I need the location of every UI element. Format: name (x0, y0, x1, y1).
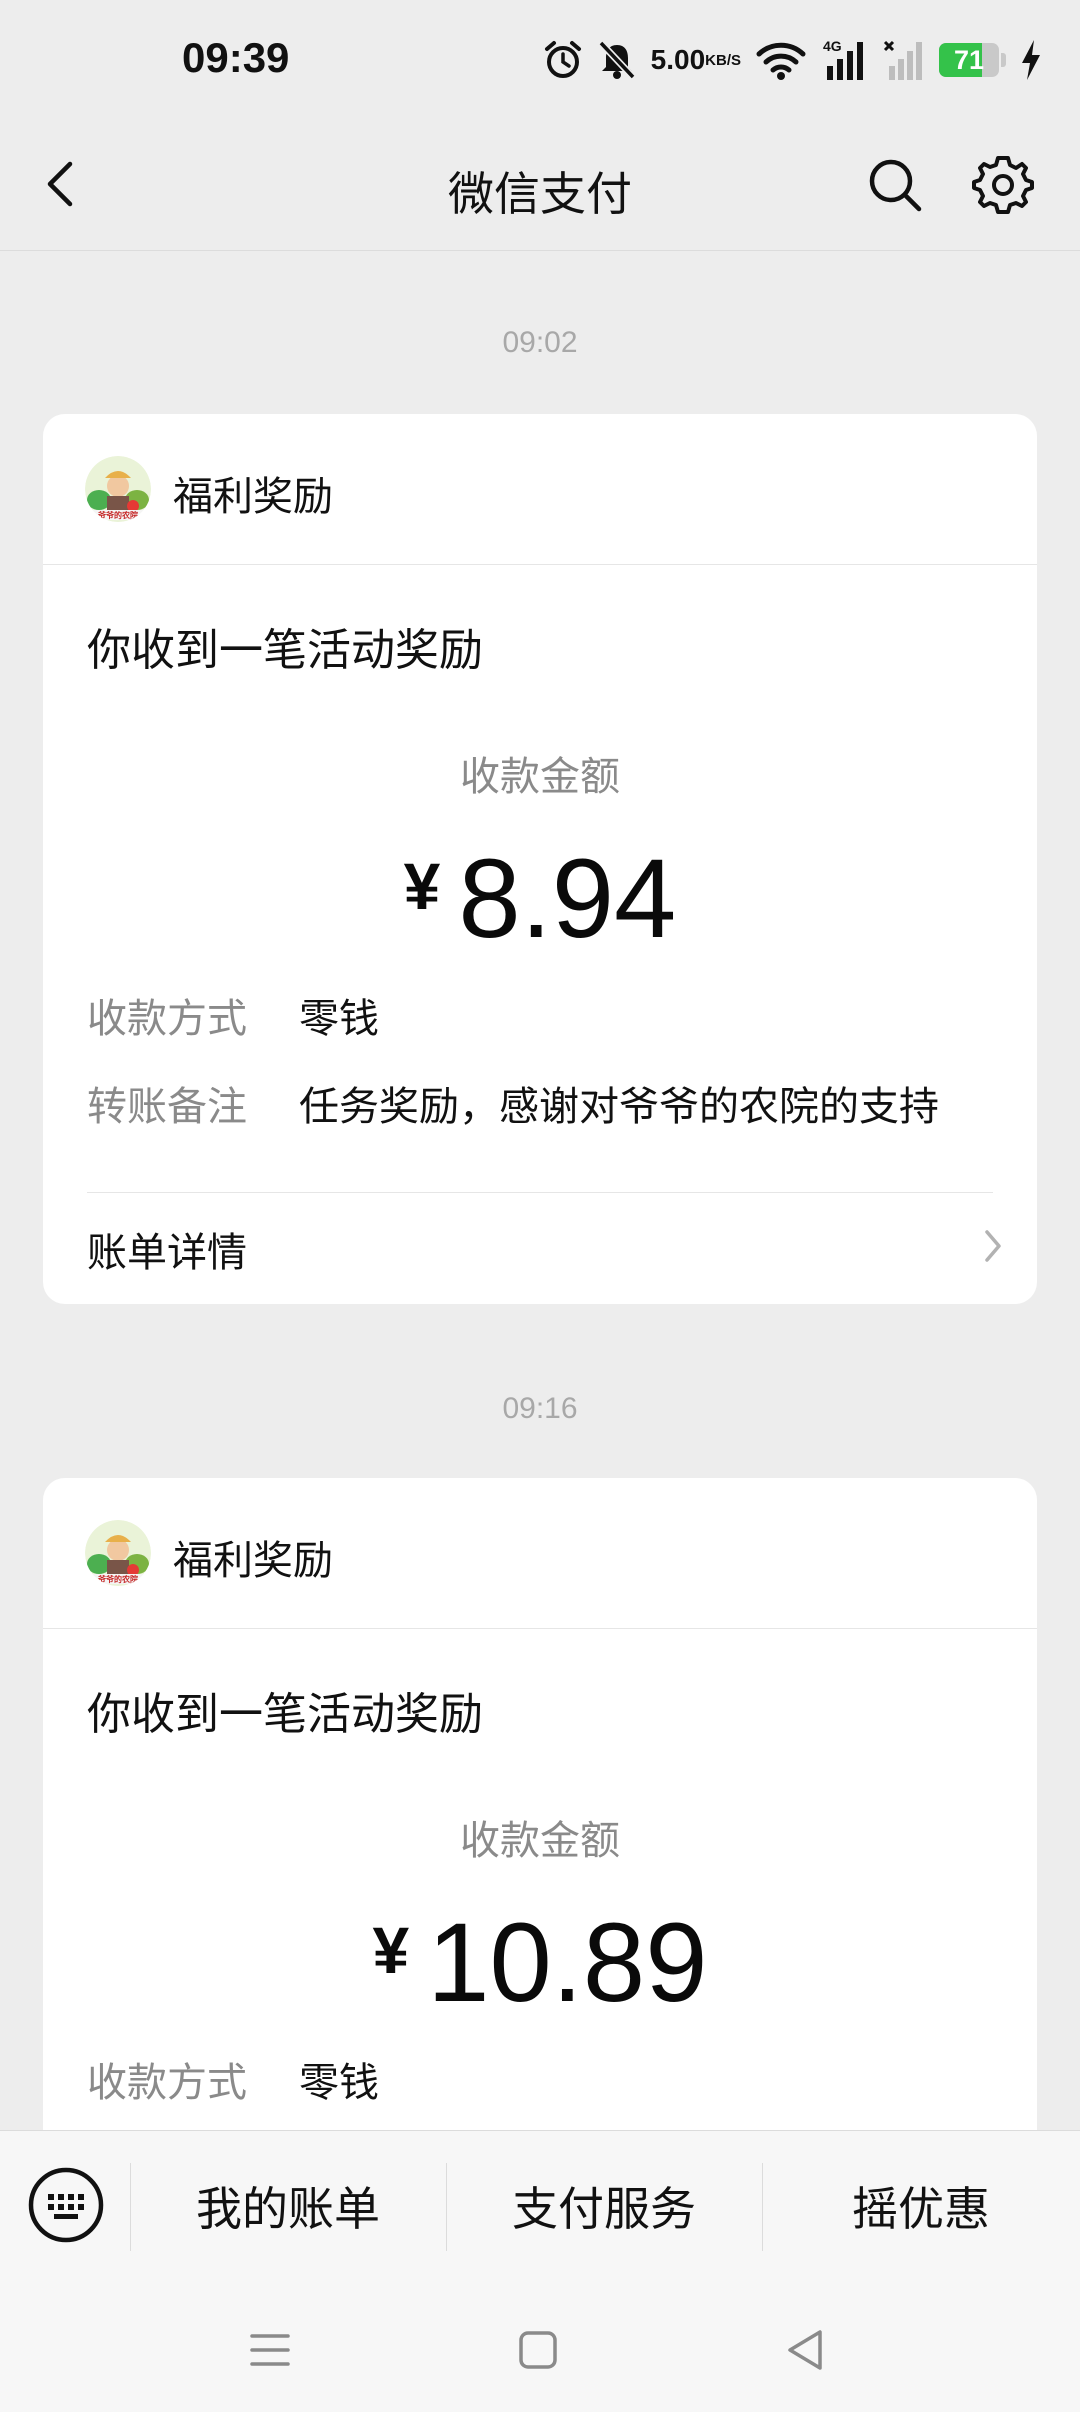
back-nav-icon[interactable] (776, 2320, 836, 2380)
transfer-note-label: 转账备注 (87, 1084, 247, 1130)
status-time: 09:39 (182, 34, 290, 81)
payment-method-label: 收款方式 (87, 996, 247, 1042)
keyboard-icon[interactable] (26, 2165, 106, 2245)
payment-card[interactable]: 爷爷的农院 福利奖励 你收到一笔活动奖励 收款金额 ¥10.89 收款方式 零钱 (43, 1478, 1037, 2178)
battery-icon: 71 (939, 43, 999, 77)
source-avatar: 爷爷的农院 (85, 456, 151, 522)
signal-no-service-icon (883, 38, 925, 82)
source-name: 福利奖励 (173, 1538, 333, 1584)
amount-label: 收款金额 (460, 1818, 620, 1864)
card-header: 爷爷的农院 福利奖励 (43, 414, 1037, 565)
status-bar: 09:39 5.00 KB/S 4G 71 (0, 0, 1080, 118)
payment-card[interactable]: 爷爷的农院 福利奖励 你收到一笔活动奖励 收款金额 ¥8.94 收款方式 零钱 转… (43, 414, 1037, 1304)
amount-value: 8.94 (458, 836, 677, 961)
amount-label: 收款金额 (460, 754, 620, 800)
search-icon[interactable] (866, 156, 924, 214)
alarm-icon (543, 39, 583, 81)
gear-icon[interactable] (972, 154, 1034, 216)
currency-symbol: ¥ (403, 849, 441, 923)
system-nav-bar (0, 2280, 1080, 2412)
amount: ¥8.94 (43, 834, 1037, 963)
transfer-note-value: 任务奖励，感谢对爷爷的农院的支持 (299, 1084, 939, 1130)
bottom-menu: 我的账单 支付服务 摇优惠 (0, 2130, 1080, 2281)
svg-text:爷爷的农院: 爷爷的农院 (97, 510, 138, 520)
payment-method-label: 收款方式 (87, 2060, 247, 2106)
menu-icon[interactable] (240, 2320, 300, 2380)
chevron-right-icon (979, 1224, 1007, 1268)
payment-method-row: 收款方式 零钱 (87, 2050, 379, 2108)
signal-icon: 4G (821, 38, 869, 82)
currency-symbol: ¥ (372, 1913, 410, 1987)
card-header: 爷爷的农院 福利奖励 (43, 1478, 1037, 1629)
amount-value: 10.89 (427, 1900, 708, 2025)
menu-my-bills[interactable]: 我的账单 (130, 2131, 446, 2281)
payment-method-value: 零钱 (299, 996, 379, 1042)
transfer-note-row: 转账备注 任务奖励，感谢对爷爷的农院的支持 (87, 1074, 939, 1132)
source-avatar: 爷爷的农院 (85, 1520, 151, 1586)
message-timestamp: 09:02 (502, 326, 578, 359)
amount: ¥10.89 (43, 1898, 1037, 2027)
network-type: 4G (823, 38, 842, 54)
svg-text:爷爷的农院: 爷爷的农院 (97, 1574, 138, 1584)
divider (87, 1192, 993, 1193)
payment-method-value: 零钱 (299, 2060, 379, 2106)
battery-level: 71 (953, 44, 985, 75)
payment-method-row: 收款方式 零钱 (87, 986, 379, 1044)
message-subject: 你收到一笔活动奖励 (87, 625, 483, 676)
bill-details-label: 账单详情 (87, 1230, 247, 1276)
message-timestamp: 09:16 (502, 1392, 578, 1425)
menu-payment-services[interactable]: 支付服务 (446, 2131, 762, 2281)
charging-icon (1020, 40, 1042, 80)
menu-shake-deals[interactable]: 摇优惠 (762, 2131, 1080, 2281)
net-speed: 5.00 KB/S (650, 44, 741, 75)
wifi-icon (755, 39, 807, 81)
bill-details-link[interactable]: 账单详情 (87, 1220, 1007, 1278)
nav-bar: 微信支付 (0, 118, 1080, 251)
message-subject: 你收到一笔活动奖励 (87, 1689, 483, 1740)
status-icons: 5.00 KB/S 4G 71 (543, 30, 1042, 90)
source-name: 福利奖励 (173, 474, 333, 520)
mute-icon (597, 39, 637, 81)
home-icon[interactable] (508, 2320, 568, 2380)
